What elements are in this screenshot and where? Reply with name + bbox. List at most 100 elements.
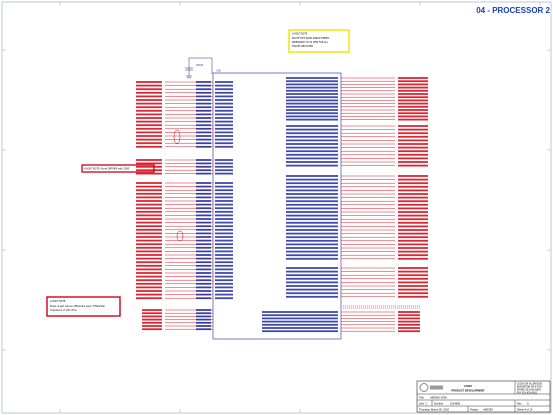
right-net-label: [398, 247, 428, 249]
left-net-label: [136, 196, 162, 199]
right-pin-label: [286, 288, 338, 291]
right-pin-label: [286, 196, 338, 199]
left-pin-label: [196, 120, 211, 123]
left-pin-label: [196, 165, 211, 168]
processor-chip-refdes: U1B: [216, 70, 221, 73]
left-pin-label: [196, 203, 211, 206]
right-pin-label: [286, 89, 338, 92]
chip-pin-name: [215, 91, 233, 94]
right-net-label: [398, 193, 428, 195]
chip-pin-name: [215, 246, 233, 249]
right-pin-label: [286, 99, 338, 102]
left-net-label: [136, 261, 162, 264]
left-net-label: [136, 203, 162, 206]
right-net-label: [398, 178, 428, 181]
chip-pin-name: [215, 102, 233, 105]
right-pin-label: [262, 320, 338, 323]
right-pin-label: [286, 277, 338, 280]
right-pin-label: [286, 274, 338, 277]
layout-note-bottom-line: Route ringed nets as differential pairs.…: [50, 305, 105, 308]
right-net-label: [398, 207, 428, 210]
chip-pin-name: [215, 228, 233, 231]
right-pin-label: [286, 143, 338, 145]
right-pin-label: [286, 132, 338, 135]
right-net-label: [398, 153, 428, 156]
right-net-label: [398, 320, 420, 323]
left-pin-label: [196, 250, 211, 253]
left-net-label: [136, 246, 162, 249]
right-net-label: [398, 157, 428, 160]
right-net-label: [398, 317, 420, 320]
left-pin-label: [196, 99, 211, 101]
left-pin-label: [196, 159, 211, 161]
chip-pin-name: [215, 185, 233, 188]
left-pin-label: [196, 264, 211, 267]
left-pin-label: [196, 145, 211, 148]
left-pin-label: [196, 172, 211, 175]
left-pin-label: [196, 218, 211, 220]
right-net-label: [398, 327, 420, 329]
chip-pin-name: [215, 236, 233, 238]
left-net-label: [136, 106, 162, 109]
left-net-label: [136, 200, 162, 202]
right-net-label: [398, 295, 428, 298]
chip-pin-name: [215, 214, 233, 217]
right-pin-label: [262, 323, 338, 326]
chip-pin-name: [215, 159, 233, 161]
left-net-label: [142, 309, 162, 311]
layout-note-top-line: IMPEDANCE TO 50 OHM FOR ALL: [292, 41, 329, 44]
left-pin-label: [196, 196, 211, 199]
chip-pin-name: [215, 124, 233, 127]
left-pin-label: [196, 297, 211, 300]
left-net-label: [136, 243, 162, 246]
chip-pin-name: [215, 138, 233, 141]
right-net-label: [398, 250, 428, 253]
right-net-label: [398, 281, 428, 284]
right-pin-label: [286, 232, 338, 235]
right-pin-label: [286, 178, 338, 181]
left-net-label: [136, 297, 162, 300]
right-net-label: [398, 112, 428, 115]
left-net-label: [136, 142, 162, 145]
left-pin-label: [196, 309, 211, 311]
right-net-label: [398, 254, 428, 257]
right-net-label: [398, 135, 428, 138]
size-value: C: [426, 401, 428, 405]
chip-pin-name: [215, 290, 233, 292]
right-pin-label: [286, 93, 338, 95]
chip-pin-name: [215, 275, 233, 278]
left-net-label: [136, 88, 162, 91]
right-net-label: [398, 285, 428, 287]
bus-bracket: [343, 305, 420, 309]
right-pin-label: [286, 225, 338, 228]
left-net-label: [136, 131, 162, 134]
chip-pin-name: [215, 196, 233, 199]
chip-pin-name: [215, 131, 233, 134]
left-pin-label: [196, 261, 211, 264]
right-net-label: [398, 93, 428, 95]
project-label: Project: [470, 407, 478, 411]
left-net-label: [136, 257, 162, 260]
right-net-label: [398, 96, 428, 99]
left-pin-label: [196, 214, 211, 217]
right-pin-label: [286, 200, 338, 203]
company-dept: PRODUCT DEVELOPMENT: [451, 389, 485, 393]
right-pin-label: [286, 254, 338, 257]
left-pin-label: [196, 162, 211, 165]
right-pin-label: [286, 115, 338, 118]
chip-pin-name: [215, 81, 233, 83]
right-pin-label: [286, 175, 338, 177]
company-name: LOGIC: [464, 384, 472, 388]
right-net-label: [398, 80, 428, 83]
left-net-label: [142, 318, 162, 321]
left-pin-label: [196, 236, 211, 238]
title-block: LOGIC PRODUCT DEVELOPMENT 10200 SW ALLEN…: [416, 380, 551, 413]
left-net-label: [136, 228, 162, 231]
left-pin-label: [196, 135, 211, 137]
right-net-label: [398, 132, 428, 135]
left-pin-label: [196, 138, 211, 141]
right-pin-label: [286, 250, 338, 253]
chip-pin-name: [215, 261, 233, 264]
right-pin-label: [286, 270, 338, 273]
right-pin-label: [286, 139, 338, 142]
